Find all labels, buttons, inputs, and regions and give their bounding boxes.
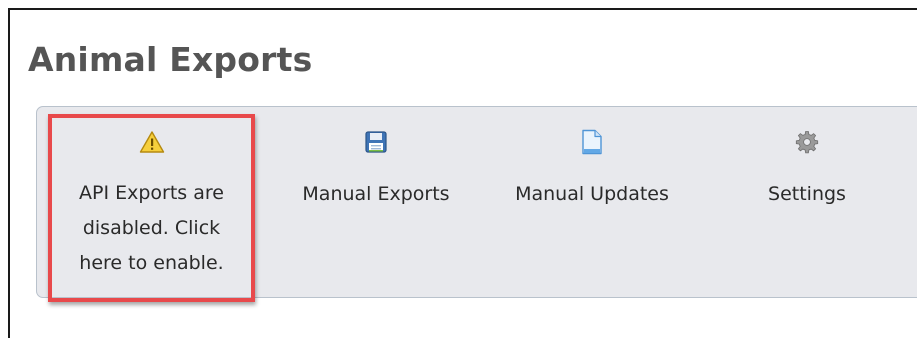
settings-label: Settings <box>768 183 846 205</box>
gear-icon <box>794 129 820 155</box>
floppy-disk-icon <box>363 129 389 155</box>
warning-icon <box>139 129 165 155</box>
api-exports-enable-button[interactable]: API Exports are disabled. Click here to … <box>49 107 254 297</box>
manual-updates-label: Manual Updates <box>515 183 669 205</box>
export-toolbar: API Exports are disabled. Click here to … <box>36 106 917 298</box>
manual-exports-label: Manual Exports <box>302 183 450 205</box>
api-exports-label: API Exports are disabled. Click here to … <box>79 182 224 274</box>
manual-updates-button[interactable]: Manual Updates <box>497 107 687 297</box>
page-title: Animal Exports <box>28 40 313 79</box>
manual-exports-button[interactable]: Manual Exports <box>281 107 471 297</box>
document-icon <box>579 129 605 155</box>
settings-button[interactable]: Settings <box>742 107 872 297</box>
